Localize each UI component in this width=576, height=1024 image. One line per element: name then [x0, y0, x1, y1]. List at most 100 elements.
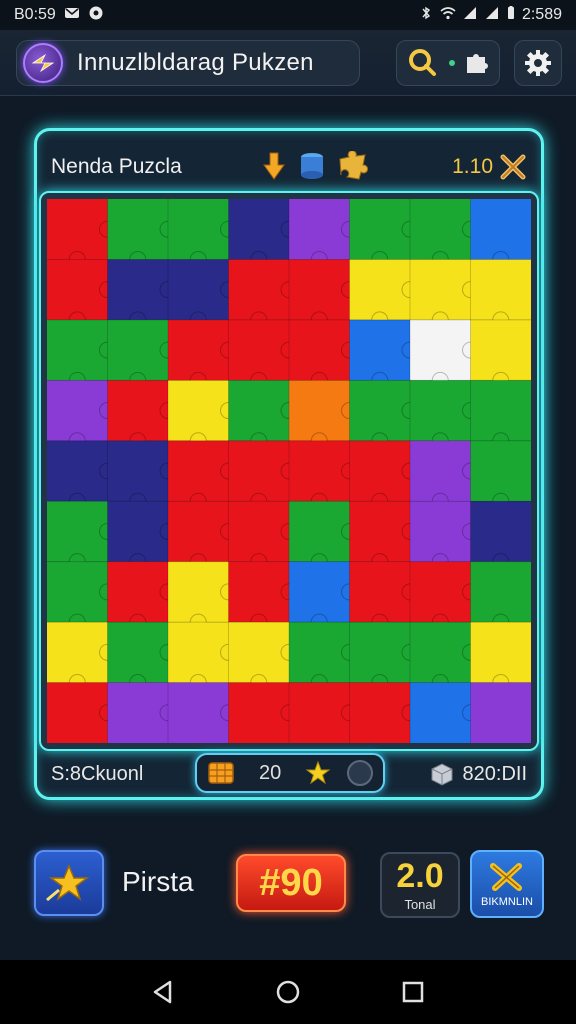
puzzle-piece[interactable] [228, 199, 298, 268]
puzzle-piece[interactable] [289, 259, 358, 329]
app-logo-icon[interactable] [23, 43, 63, 83]
puzzle-piece[interactable] [168, 440, 237, 510]
crossed-tools-icon [487, 860, 527, 894]
status-label: S:8Ckuonl [51, 762, 144, 785]
puzzle-piece[interactable] [289, 199, 358, 268]
puzzle-piece[interactable] [228, 501, 298, 571]
puzzle-piece[interactable] [47, 561, 116, 631]
puzzle-piece[interactable] [47, 319, 116, 389]
puzzle-piece[interactable] [107, 199, 177, 268]
puzzle-piece[interactable] [228, 259, 298, 329]
puzzle-piece[interactable] [289, 440, 358, 510]
puzzle-piece[interactable] [168, 561, 237, 631]
puzzle-piece[interactable] [410, 319, 479, 389]
cup-icon[interactable] [297, 151, 327, 181]
puzzle-piece[interactable] [47, 380, 116, 450]
board-score-value: 1.10 [452, 155, 493, 178]
puzzle-piece[interactable] [107, 380, 177, 450]
puzzle-piece[interactable] [470, 622, 532, 692]
system-nav-bar [0, 960, 576, 1024]
notification-icon [88, 6, 104, 25]
puzzle-piece[interactable] [168, 622, 237, 692]
puzzle-piece[interactable] [349, 199, 419, 268]
puzzle-piece[interactable] [47, 440, 116, 510]
puzzle-piece[interactable] [47, 259, 116, 329]
puzzle-piece[interactable] [47, 622, 116, 692]
back-icon[interactable] [150, 979, 176, 1005]
puzzle-piece[interactable] [47, 199, 116, 268]
puzzle-piece[interactable] [410, 259, 479, 329]
puzzle-area[interactable] [39, 191, 539, 751]
puzzle-piece[interactable] [349, 319, 419, 389]
star-power-button[interactable] [34, 850, 104, 916]
puzzle-piece[interactable] [228, 561, 298, 631]
puzzle-piece[interactable] [107, 259, 177, 329]
puzzle-piece[interactable] [107, 440, 177, 510]
battery-icon [506, 5, 516, 25]
puzzle-piece[interactable] [107, 561, 177, 631]
puzzle-piece[interactable] [168, 319, 237, 389]
puzzle-piece[interactable] [410, 440, 479, 510]
puzzle-piece-icon[interactable] [463, 49, 491, 77]
puzzle-piece[interactable] [470, 380, 532, 450]
toggle-circle-icon[interactable] [347, 760, 373, 786]
puzzle-piece[interactable] [410, 501, 479, 571]
puzzle-piece[interactable] [349, 259, 419, 329]
puzzle-piece[interactable] [349, 561, 419, 631]
score-button[interactable]: #90 [236, 854, 346, 912]
puzzle-piece[interactable] [470, 561, 532, 631]
close-x-icon[interactable] [499, 153, 527, 181]
puzzle-piece[interactable] [228, 319, 298, 389]
total-button[interactable]: 2.0 Tonal [380, 852, 460, 918]
puzzle-piece[interactable] [410, 682, 479, 743]
home-icon[interactable] [275, 979, 301, 1005]
settings-button[interactable] [514, 40, 562, 86]
puzzle-piece[interactable] [168, 380, 237, 450]
puzzle-piece[interactable] [349, 501, 419, 571]
puzzle-piece[interactable] [470, 682, 532, 743]
puzzle-piece[interactable] [228, 682, 298, 743]
shuffle-button[interactable]: BIKMNLIN [470, 850, 544, 918]
puzzle-piece[interactable] [168, 682, 237, 743]
recents-icon[interactable] [400, 979, 426, 1005]
puzzle-piece-gold-icon[interactable] [337, 151, 369, 181]
puzzle-piece[interactable] [410, 622, 479, 692]
puzzle-piece[interactable] [349, 682, 419, 743]
puzzle-piece[interactable] [47, 682, 116, 743]
puzzle-piece[interactable] [47, 501, 116, 571]
puzzle-piece[interactable] [470, 501, 532, 571]
puzzle-piece[interactable] [470, 199, 532, 268]
puzzle-piece[interactable] [107, 682, 177, 743]
puzzle-piece[interactable] [289, 622, 358, 692]
puzzle-piece[interactable] [410, 199, 479, 268]
puzzle-piece[interactable] [289, 319, 358, 389]
puzzle-piece[interactable] [349, 622, 419, 692]
puzzle-piece[interactable] [410, 561, 479, 631]
puzzle-piece[interactable] [470, 440, 532, 510]
hint-arrow-icon[interactable] [261, 151, 287, 181]
puzzle-piece[interactable] [289, 380, 358, 450]
player-name: Pirsta [122, 866, 194, 897]
puzzle-piece[interactable] [289, 501, 358, 571]
puzzle-piece[interactable] [410, 380, 479, 450]
puzzle-piece[interactable] [289, 561, 358, 631]
puzzle-piece[interactable] [228, 622, 298, 692]
puzzle-piece[interactable] [107, 622, 177, 692]
puzzle-piece[interactable] [168, 501, 237, 571]
piece-counter-pill[interactable]: 20 [195, 753, 385, 793]
puzzle-piece[interactable] [107, 501, 177, 571]
puzzle-piece[interactable] [168, 259, 237, 329]
puzzle-piece[interactable] [349, 380, 419, 450]
puzzle-piece[interactable] [228, 440, 298, 510]
puzzle-piece[interactable] [470, 319, 532, 389]
puzzle-piece[interactable] [289, 682, 358, 743]
puzzle-piece[interactable] [228, 380, 298, 450]
search-icon[interactable] [405, 45, 441, 81]
puzzle-piece[interactable] [107, 319, 177, 389]
puzzle-grid[interactable] [47, 199, 531, 743]
star-icon [305, 760, 331, 786]
total-value: 2.0 [396, 856, 444, 895]
puzzle-piece[interactable] [349, 440, 419, 510]
puzzle-piece[interactable] [168, 199, 237, 268]
puzzle-piece[interactable] [470, 259, 532, 329]
